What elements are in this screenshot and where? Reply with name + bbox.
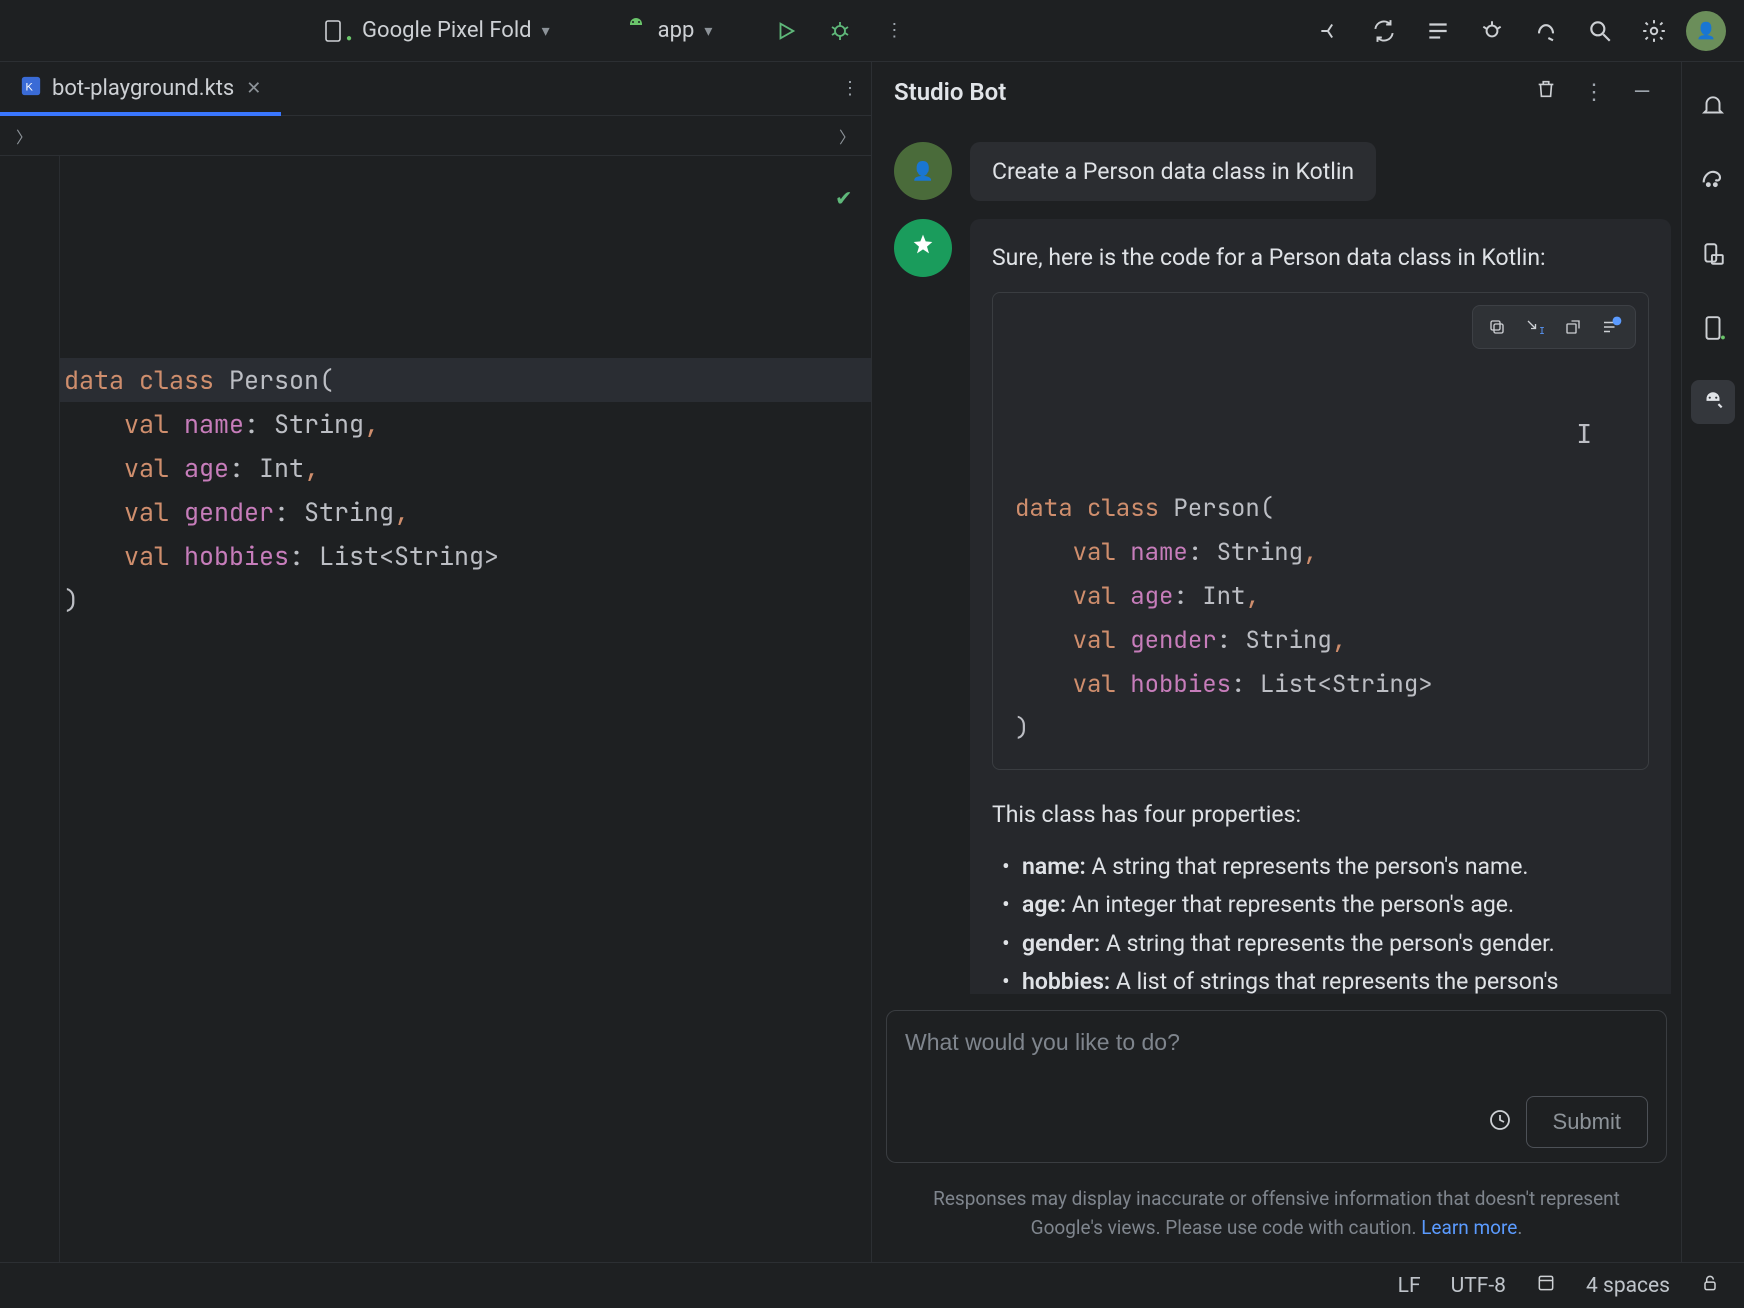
chevron-down-icon: ▾ bbox=[542, 21, 550, 40]
open-new-icon[interactable] bbox=[1557, 312, 1589, 342]
debug-button[interactable] bbox=[818, 9, 862, 53]
bot-prompt-input[interactable] bbox=[905, 1029, 1648, 1056]
emulator-icon[interactable] bbox=[1691, 232, 1735, 276]
breadcrumb-right-chevron-icon[interactable]: 〉 bbox=[839, 124, 855, 148]
status-readonly-icon[interactable] bbox=[1536, 1273, 1556, 1299]
module-selector[interactable]: app ▾ bbox=[610, 10, 727, 52]
bot-more-icon[interactable]: ⋮ bbox=[1577, 80, 1611, 105]
explain-code-icon[interactable]: ● bbox=[1595, 312, 1627, 342]
device-online-dot: ● bbox=[346, 33, 352, 44]
close-tab-icon[interactable]: ✕ bbox=[246, 78, 261, 99]
tab-filename: bot-playground.kts bbox=[52, 76, 234, 101]
bot-property-list: name: A string that represents the perso… bbox=[992, 850, 1649, 994]
app-quality-icon[interactable] bbox=[1524, 9, 1568, 53]
kotlin-file-icon: K bbox=[20, 75, 42, 103]
text-cursor-icon: I bbox=[1576, 413, 1592, 457]
user-message-avatar: 👤 bbox=[894, 142, 952, 200]
copy-code-icon[interactable] bbox=[1481, 312, 1513, 342]
sync-icon[interactable] bbox=[1362, 9, 1406, 53]
user-message-row: 👤 Create a Person data class in Kotlin bbox=[894, 142, 1671, 201]
device-selector[interactable]: ● Google Pixel Fold ▾ bbox=[308, 11, 564, 50]
bot-disclaimer: Responses may display inaccurate or offe… bbox=[872, 1175, 1681, 1262]
status-line-separator[interactable]: LF bbox=[1398, 1274, 1421, 1298]
editor-tabs: K bot-playground.kts ✕ ⋮ bbox=[0, 62, 871, 116]
top-toolbar: ● Google Pixel Fold ▾ app ▾ ⋮ 👤 bbox=[0, 0, 1744, 62]
editor-tab[interactable]: K bot-playground.kts ✕ bbox=[0, 62, 281, 115]
user-message-bubble: Create a Person data class in Kotlin bbox=[970, 142, 1376, 201]
status-encoding[interactable]: UTF-8 bbox=[1451, 1274, 1506, 1298]
breadcrumb-bar: 〉 〉 bbox=[0, 116, 871, 156]
inspection-ok-icon[interactable]: ✔ bbox=[837, 176, 851, 220]
bot-header: Studio Bot ⋮ — bbox=[872, 62, 1681, 122]
svg-text:K: K bbox=[26, 81, 34, 93]
property-bullet: age: An integer that represents the pers… bbox=[998, 888, 1649, 923]
bot-code-block[interactable]: I ● I data class Person( val name: Strin… bbox=[992, 292, 1649, 770]
profiler-icon[interactable] bbox=[1470, 9, 1514, 53]
device-name: Google Pixel Fold bbox=[362, 18, 532, 43]
notifications-icon[interactable] bbox=[1691, 84, 1735, 128]
delete-icon[interactable] bbox=[1529, 78, 1563, 106]
bot-intro-text: Sure, here is the code for a Person data… bbox=[992, 241, 1649, 274]
editor-gutter bbox=[0, 156, 60, 1262]
studio-bot-toolwindow-icon[interactable] bbox=[1691, 380, 1735, 424]
bot-message-avatar bbox=[894, 219, 952, 277]
history-icon[interactable] bbox=[1488, 1108, 1512, 1137]
status-indent[interactable]: 4 spaces bbox=[1586, 1274, 1670, 1298]
module-name: app bbox=[658, 18, 695, 43]
code-actions-toolbar: I ● bbox=[1472, 305, 1636, 349]
settings-icon[interactable] bbox=[1632, 9, 1676, 53]
list-icon[interactable] bbox=[1416, 9, 1460, 53]
tab-more-icon[interactable]: ⋮ bbox=[841, 78, 859, 99]
insert-code-icon[interactable]: I bbox=[1519, 312, 1551, 342]
device-icon bbox=[322, 20, 344, 42]
submit-button[interactable]: Submit bbox=[1526, 1096, 1648, 1148]
gradle-icon[interactable] bbox=[1691, 158, 1735, 202]
run-button[interactable] bbox=[764, 9, 808, 53]
learn-more-link[interactable]: Learn more bbox=[1421, 1216, 1517, 1239]
lock-icon[interactable] bbox=[1700, 1273, 1720, 1298]
android-icon bbox=[624, 16, 648, 46]
bot-message-bubble: Sure, here is the code for a Person data… bbox=[970, 219, 1671, 994]
studio-bot-panel: Studio Bot ⋮ — 👤 Create a Person data cl… bbox=[872, 62, 1682, 1262]
more-actions-button[interactable]: ⋮ bbox=[872, 9, 916, 53]
chevron-down-icon: ▾ bbox=[704, 21, 712, 40]
bot-messages: 👤 Create a Person data class in Kotlin S… bbox=[872, 122, 1681, 994]
bot-after-code-text: This class has four properties: bbox=[992, 798, 1649, 831]
minimize-icon[interactable]: — bbox=[1625, 80, 1659, 105]
editor-pane: K bot-playground.kts ✕ ⋮ 〉 〉 ✔ data clas… bbox=[0, 62, 872, 1262]
breadcrumb-chevron-icon[interactable]: 〉 bbox=[16, 124, 32, 148]
bot-title: Studio Bot bbox=[894, 78, 1006, 106]
device-manager-icon[interactable]: ● bbox=[1691, 306, 1735, 350]
property-bullet: hobbies: A list of strings that represen… bbox=[998, 965, 1649, 994]
property-bullet: name: A string that represents the perso… bbox=[998, 850, 1649, 885]
build-icon[interactable] bbox=[1308, 9, 1352, 53]
right-tool-strip: ● bbox=[1682, 62, 1744, 1262]
status-bar: LF UTF-8 4 spaces bbox=[0, 1262, 1744, 1308]
user-avatar[interactable]: 👤 bbox=[1686, 11, 1726, 51]
bot-message-row: Sure, here is the code for a Person data… bbox=[894, 219, 1671, 994]
code-editor[interactable]: ✔ data class Person( val name: String, v… bbox=[0, 156, 871, 1262]
search-icon[interactable] bbox=[1578, 9, 1622, 53]
property-bullet: gender: A string that represents the per… bbox=[998, 927, 1649, 962]
bot-input-box: Submit bbox=[886, 1010, 1667, 1163]
